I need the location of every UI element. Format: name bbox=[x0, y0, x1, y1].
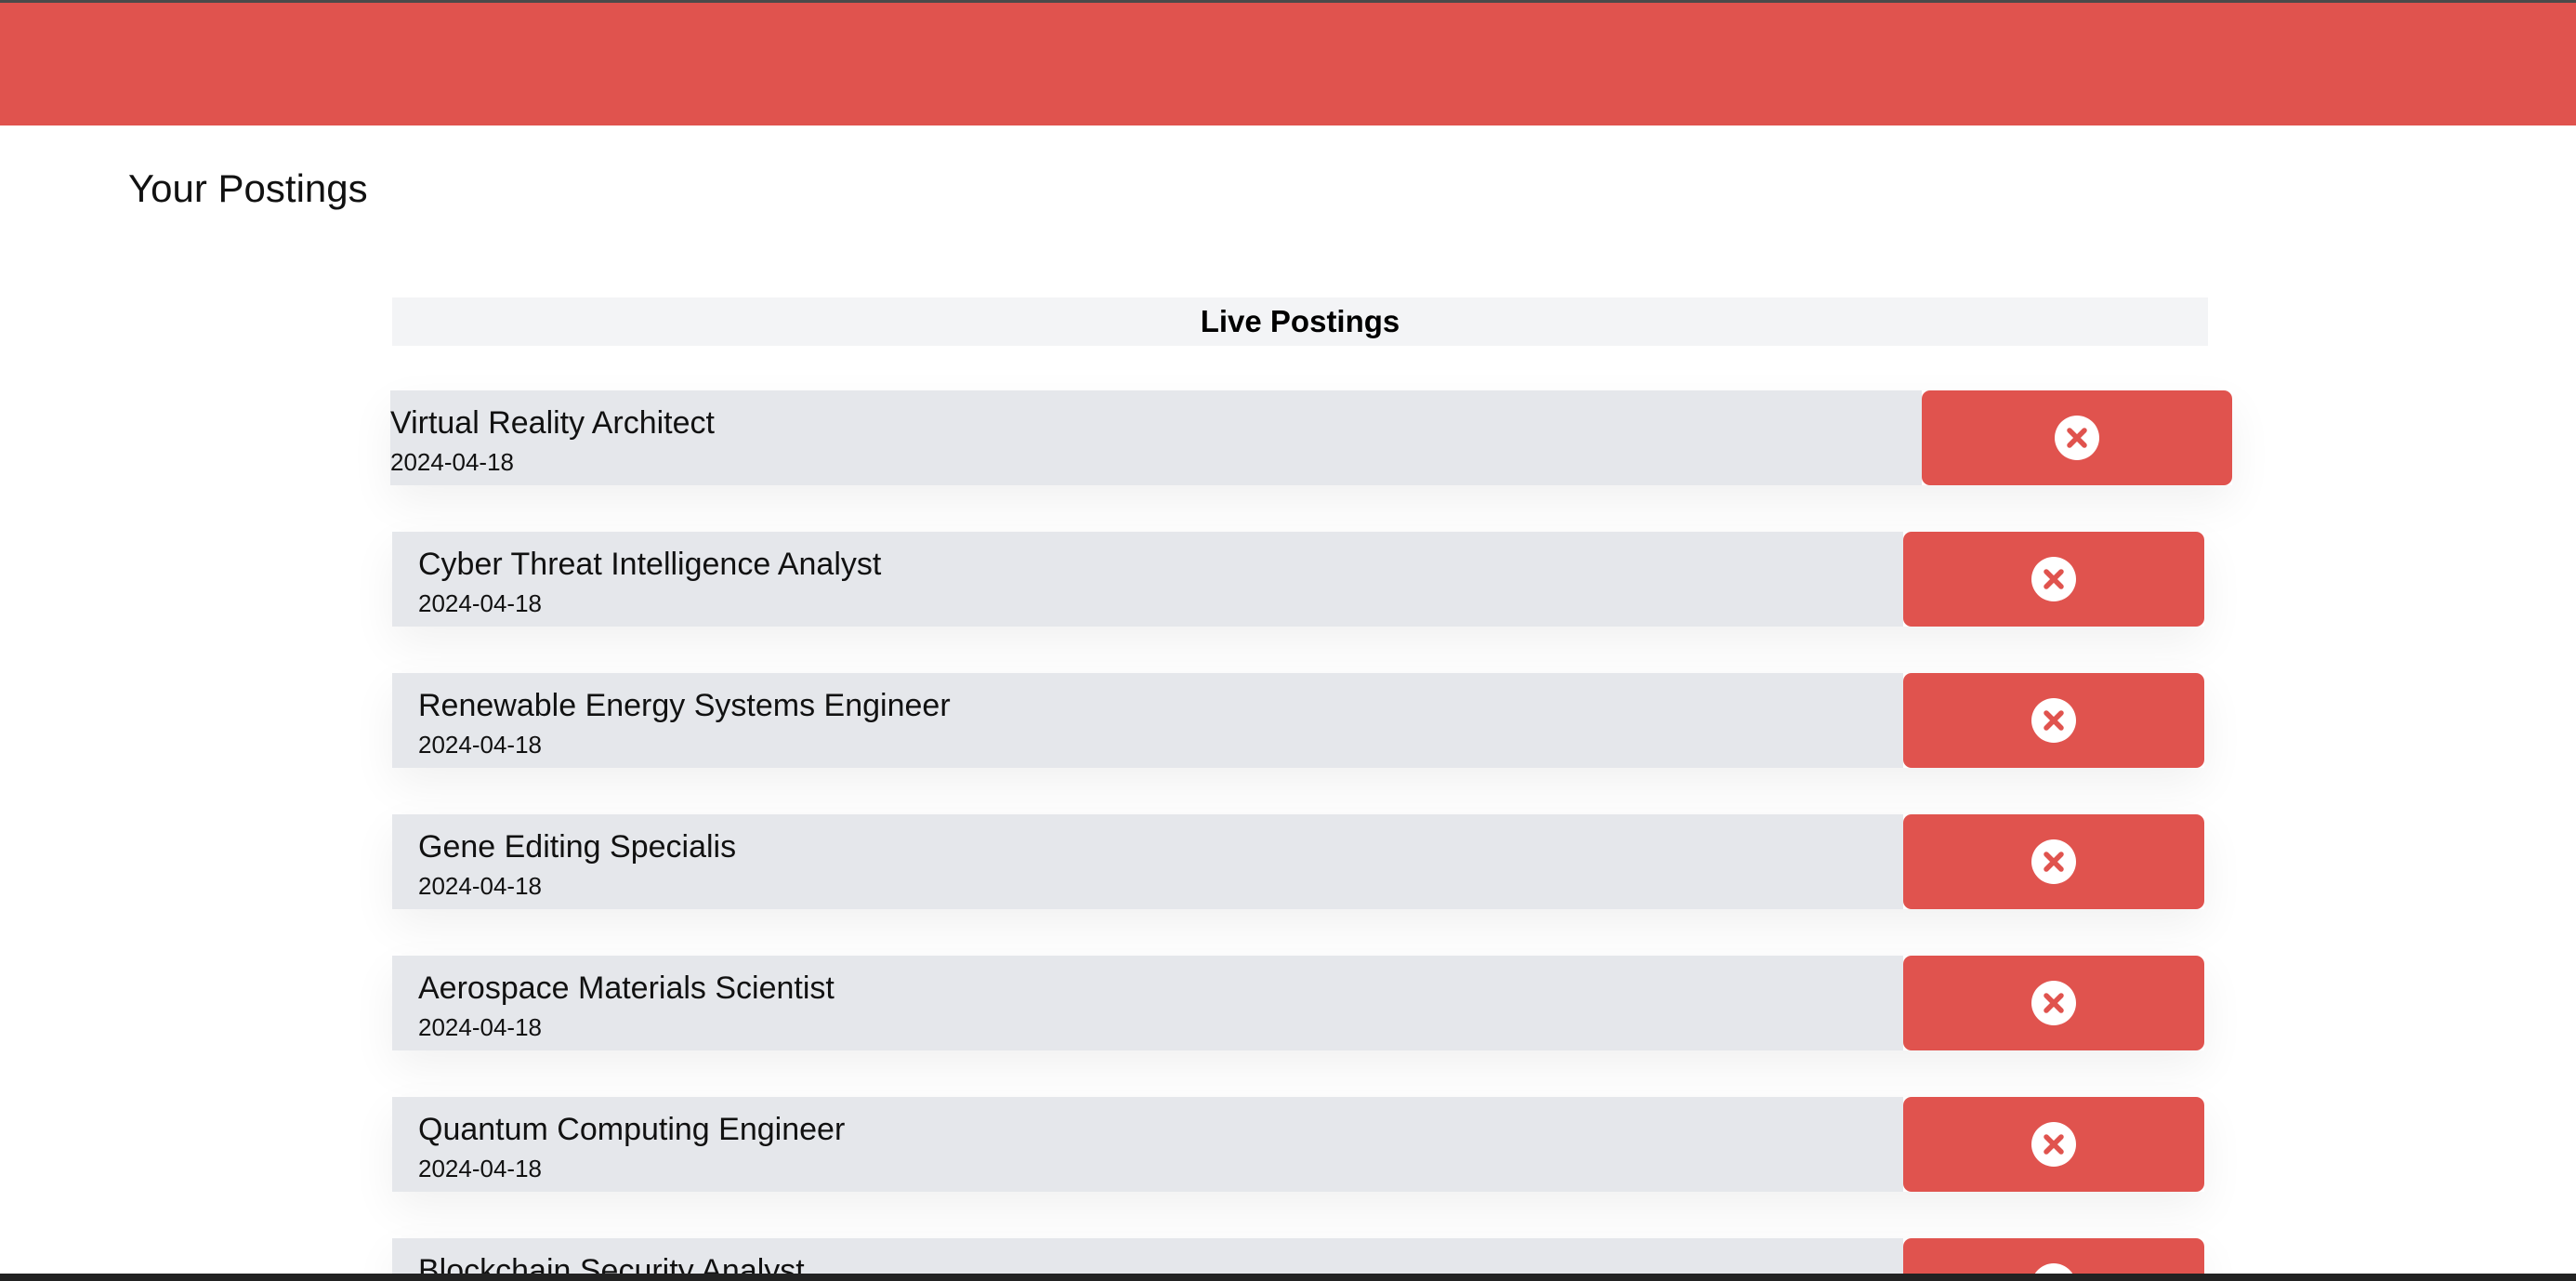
close-circle-icon bbox=[2031, 981, 2076, 1025]
posting-title: Aerospace Materials Scientist bbox=[418, 971, 835, 1006]
close-circle-icon bbox=[2031, 698, 2076, 743]
posting-date: 2024-04-18 bbox=[418, 1155, 542, 1182]
remove-posting-button[interactable] bbox=[1903, 1097, 2204, 1192]
close-circle-icon bbox=[2031, 557, 2076, 601]
posting-title: Renewable Energy Systems Engineer bbox=[418, 688, 951, 723]
posting-info: Gene Editing Specialis 2024-04-18 bbox=[392, 814, 1903, 909]
posting-title: Cyber Threat Intelligence Analyst bbox=[418, 547, 882, 582]
close-circle-icon bbox=[2055, 416, 2099, 460]
posting-title: Virtual Reality Architect bbox=[390, 405, 715, 441]
posting-date: 2024-04-18 bbox=[390, 448, 514, 476]
posting-info: Quantum Computing Engineer 2024-04-18 bbox=[392, 1097, 1903, 1192]
posting-item: Aerospace Materials Scientist 2024-04-18 bbox=[392, 956, 2204, 1050]
remove-posting-button[interactable] bbox=[1903, 532, 2204, 627]
posting-date: 2024-04-18 bbox=[418, 589, 542, 617]
posting-title: Quantum Computing Engineer bbox=[418, 1112, 846, 1147]
live-postings-header: Live Postings bbox=[392, 297, 2208, 346]
posting-date: 2024-04-18 bbox=[418, 872, 542, 900]
posting-item: Cyber Threat Intelligence Analyst 2024-0… bbox=[392, 532, 2204, 627]
remove-posting-button[interactable] bbox=[1903, 956, 2204, 1050]
posting-info: Virtual Reality Architect 2024-04-18 bbox=[390, 390, 1922, 485]
section-label: Live Postings bbox=[1200, 304, 1400, 338]
remove-posting-button[interactable] bbox=[1922, 390, 2232, 485]
top-header-bar bbox=[0, 3, 2576, 125]
posting-date: 2024-04-18 bbox=[418, 1013, 542, 1041]
posting-date: 2024-04-18 bbox=[418, 731, 542, 759]
posting-item: Quantum Computing Engineer 2024-04-18 bbox=[392, 1097, 2204, 1192]
posting-info: Renewable Energy Systems Engineer 2024-0… bbox=[392, 673, 1903, 768]
posting-item: Gene Editing Specialis 2024-04-18 bbox=[392, 814, 2204, 909]
posting-info: Aerospace Materials Scientist 2024-04-18 bbox=[392, 956, 1903, 1050]
posting-item: Renewable Energy Systems Engineer 2024-0… bbox=[392, 673, 2204, 768]
window-bottom-edge bbox=[0, 1274, 2576, 1281]
posting-title: Gene Editing Specialis bbox=[418, 829, 737, 865]
posting-item: Virtual Reality Architect 2024-04-18 bbox=[390, 390, 2232, 485]
close-circle-icon bbox=[2031, 839, 2076, 884]
page-title: Your Postings bbox=[128, 166, 368, 210]
close-circle-icon bbox=[2031, 1122, 2076, 1167]
posting-info: Cyber Threat Intelligence Analyst 2024-0… bbox=[392, 532, 1903, 627]
remove-posting-button[interactable] bbox=[1903, 814, 2204, 909]
remove-posting-button[interactable] bbox=[1903, 673, 2204, 768]
